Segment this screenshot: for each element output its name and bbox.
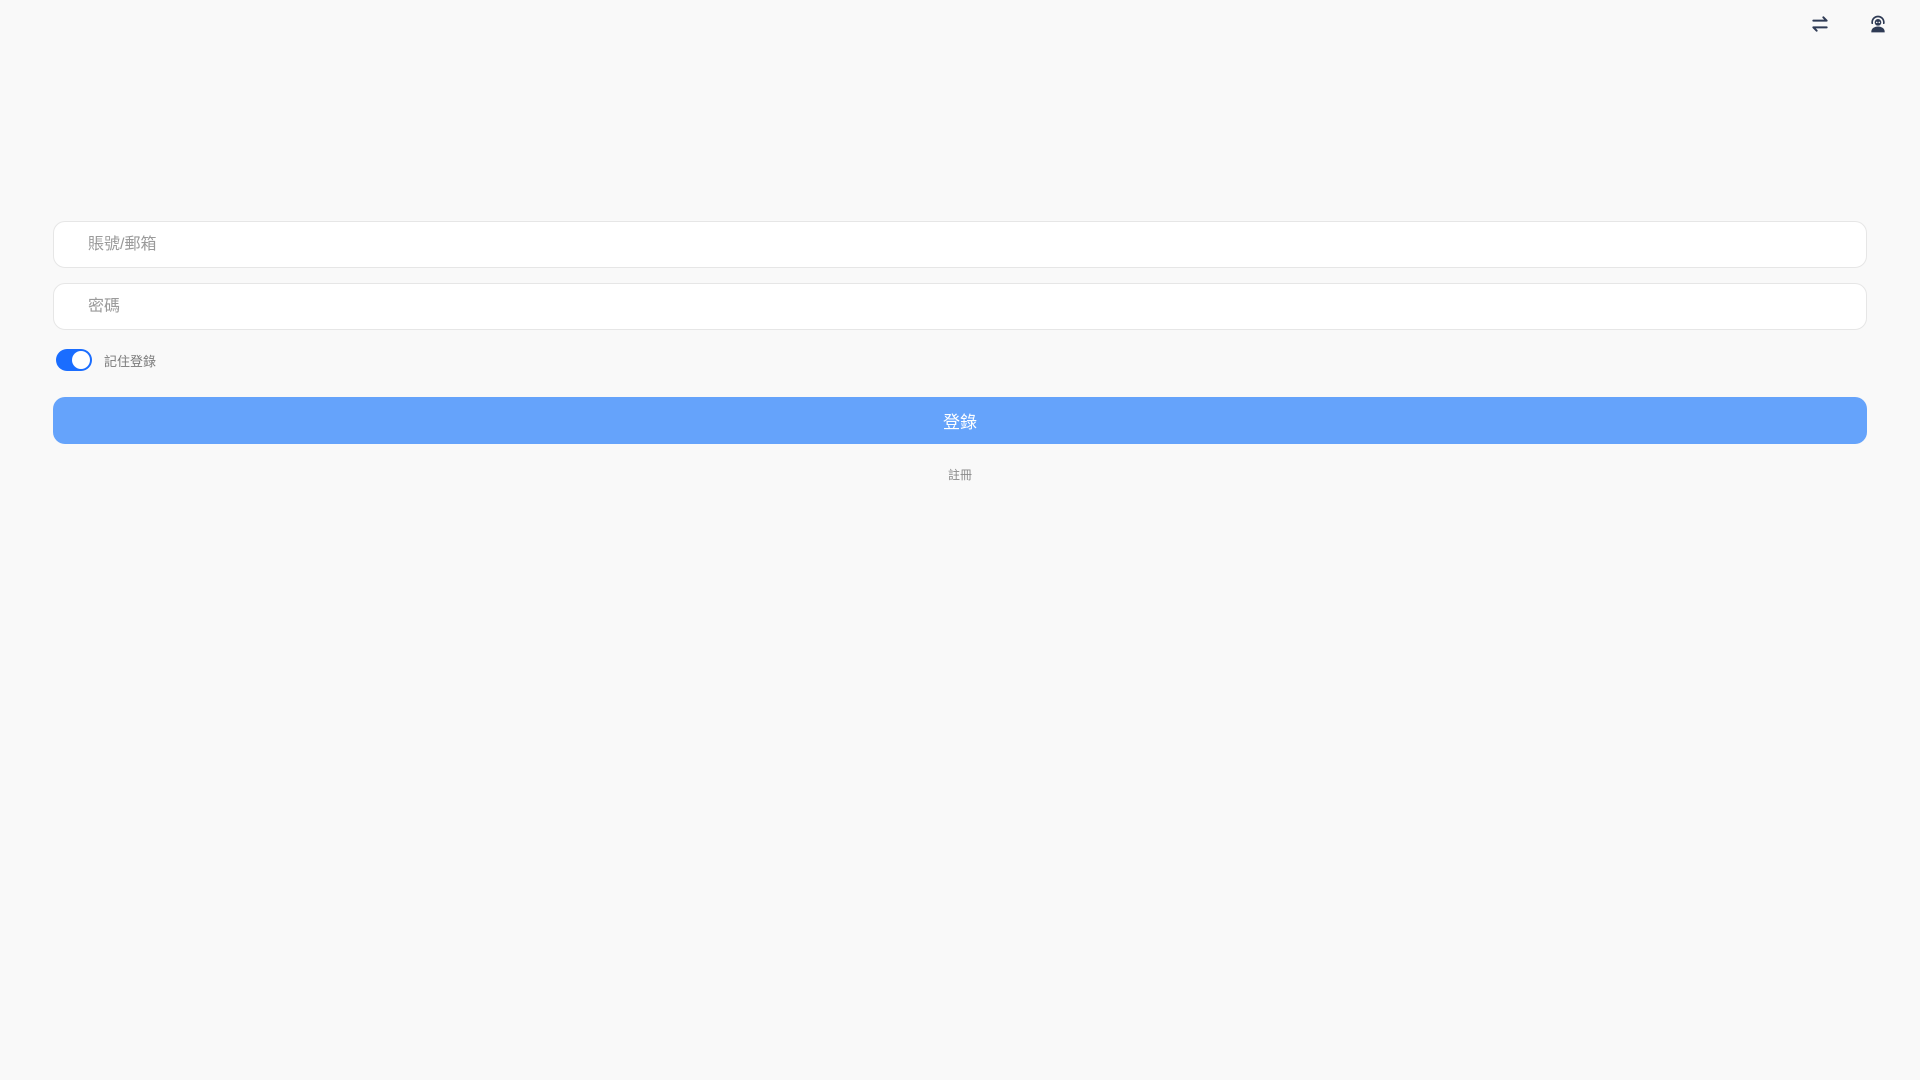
login-button[interactable]: 登錄 <box>53 397 1867 444</box>
remember-login-toggle[interactable] <box>56 349 92 371</box>
register-link[interactable]: 註冊 <box>53 466 1867 483</box>
remember-login-label: 記住登錄 <box>104 353 157 369</box>
login-form: 記住登錄 登錄 註冊 <box>53 221 1867 483</box>
toggle-knob <box>72 351 90 369</box>
password-input[interactable] <box>86 296 1834 317</box>
account-input[interactable] <box>86 234 1834 255</box>
login-page: 記住登錄 登錄 註冊 <box>0 0 1920 1080</box>
swap-arrows-icon[interactable] <box>1808 12 1832 36</box>
remember-login-row: 記住登錄 <box>56 345 1867 375</box>
account-field <box>53 221 1867 268</box>
support-agent-icon[interactable] <box>1866 12 1890 36</box>
password-field <box>53 283 1867 330</box>
top-toolbar <box>1808 12 1890 36</box>
